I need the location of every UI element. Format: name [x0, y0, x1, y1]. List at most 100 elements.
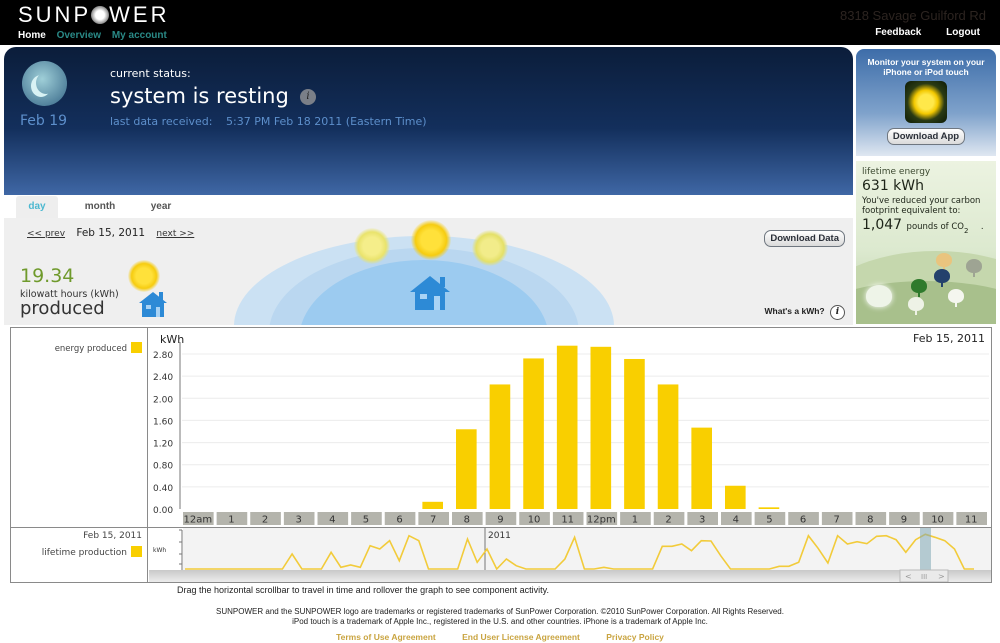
energy-bar[interactable] — [657, 384, 679, 509]
scrollbar-track[interactable] — [149, 570, 991, 582]
x-tick-label: 11 — [561, 515, 574, 526]
x-tick-label: 5 — [363, 515, 369, 526]
last-data-label: last data received: — [110, 115, 213, 128]
current-status-label: current status: — [110, 67, 191, 80]
terms-of-use-link[interactable]: Terms of Use Agreement — [336, 632, 436, 642]
produced-label: produced — [20, 298, 105, 319]
tree-icon — [934, 269, 950, 287]
top-bar: SUNP WER Home Overview My account 8318 Sa… — [0, 0, 1000, 45]
chart-hint: Drag the horizontal scrollbar to travel … — [177, 585, 550, 595]
energy-bar[interactable] — [590, 346, 612, 509]
scroll-left-icon[interactable]: < — [905, 572, 912, 581]
nav-my-account[interactable]: My account — [112, 30, 167, 41]
y-tick-label: 2.40 — [153, 373, 173, 383]
x-tick-label: 1 — [228, 515, 234, 526]
footer-trademark: SUNPOWER and the SUNPOWER logo are trade… — [216, 607, 784, 616]
kwh-info-icon[interactable]: i — [830, 305, 845, 320]
y-tick-label: 2.00 — [153, 395, 173, 405]
x-tick-label: 9 — [901, 515, 907, 526]
x-tick-label: 3 — [699, 515, 705, 526]
tab-month[interactable]: month — [76, 196, 124, 218]
scroll-right-icon[interactable]: > — [938, 572, 945, 581]
house-icon — [410, 276, 450, 310]
nav-home[interactable]: Home — [18, 30, 46, 41]
app-promo-text: Monitor your system on your iPhone or iP… — [867, 57, 985, 77]
footer-legal: SUNPOWER and the SUNPOWER logo are trade… — [0, 607, 1000, 627]
feedback-link[interactable]: Feedback — [875, 27, 921, 38]
site-address: 8318 Savage Guilford Rd — [840, 8, 986, 23]
download-data-button[interactable]: Download Data — [764, 230, 845, 247]
tree-icon — [936, 253, 952, 271]
privacy-policy-link[interactable]: Privacy Policy — [606, 632, 664, 642]
x-tick-label: 12pm — [587, 515, 616, 526]
x-tick-label: 12am — [184, 515, 213, 526]
date-navigator: << prev Feb 15, 2011 next >> — [27, 227, 194, 239]
x-tick-label: 3 — [296, 515, 302, 526]
energy-bar[interactable] — [624, 358, 645, 509]
sun-app-icon — [905, 81, 947, 123]
eula-link[interactable]: End User License Agreement — [462, 632, 580, 642]
legend-energy-produced: energy produced — [55, 342, 142, 354]
mini-plot-area — [183, 528, 991, 570]
hourly-bar-chart[interactable]: kWh 0.00 0.40 0.80 1.20 1.60 2.00 2.40 2.80 12am… — [149, 328, 991, 527]
y-tick-label: 2.80 — [153, 351, 173, 361]
co2-value: 1,047 — [862, 217, 903, 233]
main-nav: Home Overview My account — [18, 30, 175, 41]
y-tick-label: 0.40 — [153, 484, 173, 494]
energy-bar[interactable] — [422, 501, 443, 509]
sun-icon — [354, 228, 390, 264]
tree-icon — [966, 259, 982, 277]
status-info-icon[interactable]: i — [300, 89, 316, 105]
y-tick-label: 1.20 — [153, 440, 173, 450]
mini-y-label: kWh — [153, 547, 166, 554]
energy-bar[interactable] — [691, 427, 712, 509]
small-sun-icon — [128, 260, 160, 292]
energy-bar[interactable] — [489, 384, 511, 509]
tab-year[interactable]: year — [140, 196, 182, 218]
tree-icon — [948, 289, 964, 307]
prev-link[interactable]: << prev — [27, 229, 65, 239]
legend-lifetime-label: lifetime production — [41, 548, 127, 558]
next-link[interactable]: next >> — [156, 229, 194, 239]
lifetime-production-chart[interactable]: kWh 2011 < III > — [149, 528, 991, 582]
x-tick-label: 5 — [766, 515, 772, 526]
sunpower-logo[interactable]: SUNP WER — [18, 2, 169, 28]
energy-bar[interactable] — [523, 358, 544, 509]
y-tick-label: 0.00 — [153, 506, 173, 516]
chart-title-date: Feb 15, 2011 — [913, 332, 985, 345]
tab-day[interactable]: day — [16, 196, 58, 218]
scroll-selection-window[interactable] — [920, 528, 931, 570]
scroll-grip-icon[interactable]: III — [921, 573, 927, 581]
y-axis-label: kWh — [160, 333, 184, 346]
co2-tail: . — [980, 222, 984, 232]
lifetime-energy-title: lifetime energy — [862, 167, 931, 177]
energy-bar[interactable] — [725, 485, 746, 509]
nav-overview[interactable]: Overview — [57, 30, 101, 41]
app-promo-panel: Monitor your system on your iPhone or iP… — [856, 49, 996, 156]
logout-link[interactable]: Logout — [946, 27, 980, 38]
download-app-button[interactable]: Download App — [886, 128, 966, 145]
x-tick-label: 7 — [834, 515, 840, 526]
carbon-footprint-text: You've reduced your carbon footprint equ… — [862, 196, 981, 216]
tree-icon — [908, 297, 924, 315]
chart-legend-column: energy produced Feb 15, 2011 lifetime pr… — [11, 328, 148, 582]
x-tick-label: 7 — [430, 515, 436, 526]
x-tick-label: 4 — [329, 515, 335, 526]
x-tick-label: 2 — [262, 515, 268, 526]
selected-date: Feb 15, 2011 — [76, 227, 146, 239]
x-tick-label: 6 — [800, 515, 806, 526]
lifetime-energy-panel: lifetime energy 631 kWh You've reduced y… — [856, 161, 996, 324]
x-tick-label: 10 — [528, 515, 541, 526]
last-data-received: last data received: 5:37 PM Feb 18 2011 … — [110, 115, 427, 128]
whats-a-kwh: What's a kWh? i — [765, 305, 845, 320]
whats-a-kwh-label[interactable]: What's a kWh? — [765, 306, 825, 316]
energy-bar[interactable] — [456, 429, 477, 509]
x-tick-label: 9 — [497, 515, 503, 526]
x-tick-label: 11 — [965, 515, 978, 526]
co2-subscript: 2 — [963, 226, 969, 235]
energy-bar[interactable] — [556, 345, 578, 509]
energy-bar[interactable] — [758, 507, 780, 509]
sun-icon — [411, 220, 451, 260]
footer-apple-trademark: iPod touch is a trademark of Apple Inc.,… — [292, 617, 708, 626]
mini-chart-date: Feb 15, 2011 — [83, 531, 142, 541]
